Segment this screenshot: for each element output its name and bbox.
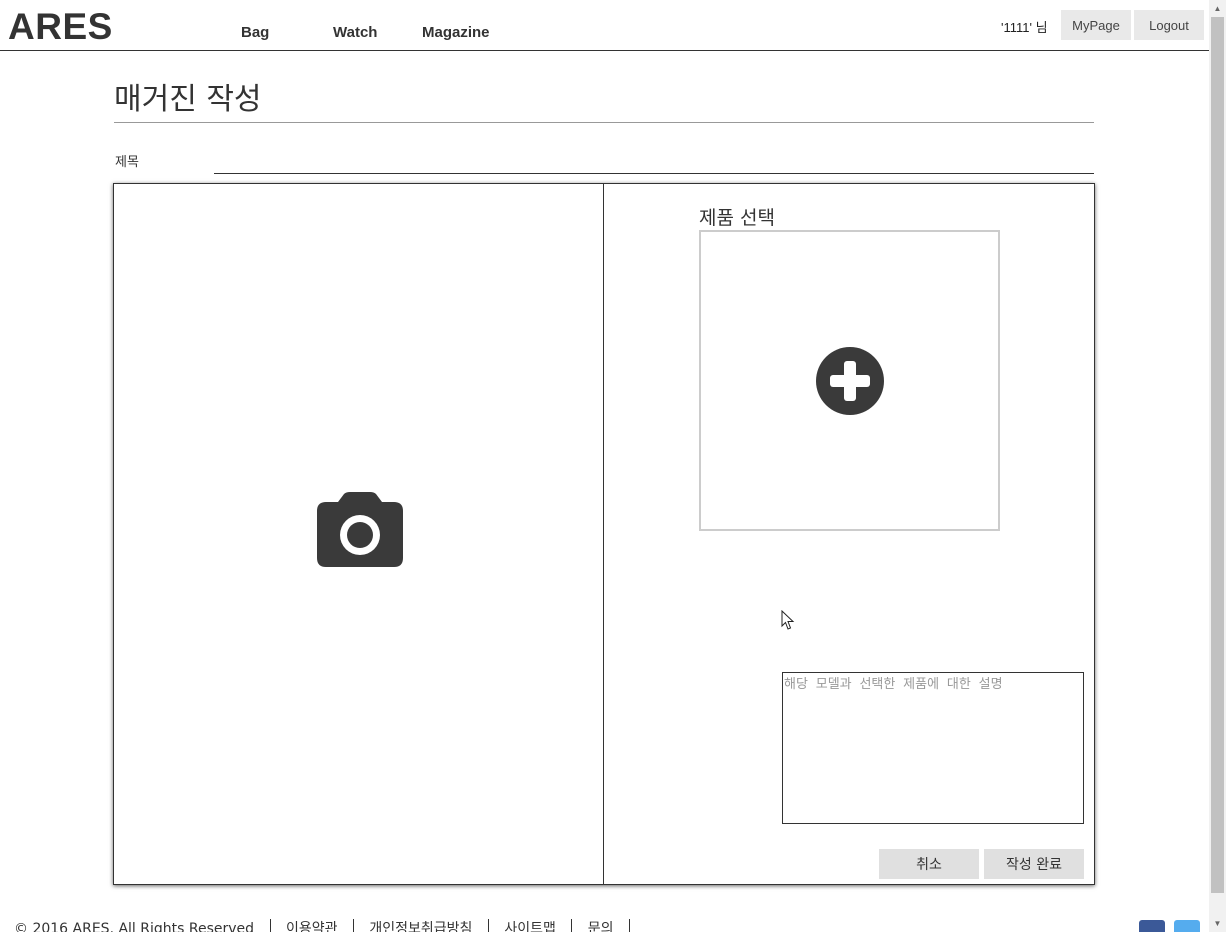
subject-label: 제목 <box>115 155 139 170</box>
nav-watch[interactable]: Watch <box>333 24 377 41</box>
facebook-icon[interactable] <box>1139 920 1165 932</box>
scroll-thumb[interactable] <box>1211 17 1224 893</box>
site-footer: © 2016 ARES. All Rights Reserved 이용약관 개인… <box>14 918 641 932</box>
nav-bag[interactable]: Bag <box>241 24 269 41</box>
plus-circle-icon[interactable] <box>815 346 885 421</box>
page-title: 매거진 작성 <box>114 82 262 117</box>
footer-link-terms[interactable]: 이용약관 <box>286 918 338 932</box>
scroll-down-icon[interactable]: ▼ <box>1209 915 1226 932</box>
scroll-up-icon[interactable]: ▲ <box>1209 0 1226 17</box>
nav-magazine[interactable]: Magazine <box>422 24 490 41</box>
product-select-box[interactable] <box>699 230 1000 531</box>
site-header: ARES Bag Watch Magazine '1111' 님 MyPage … <box>0 0 1209 51</box>
page-scrollbar[interactable]: ▲ ▼ <box>1209 0 1226 932</box>
footer-link-privacy[interactable]: 개인정보취급방침 <box>369 918 472 932</box>
copyright-text: © 2016 ARES. All Rights Reserved <box>14 921 255 932</box>
magazine-editor: 제품 선택 취소 작성 완료 <box>113 183 1095 885</box>
logout-button[interactable]: Logout <box>1134 10 1204 40</box>
product-select-label: 제품 선택 <box>699 207 775 229</box>
footer-link-contact[interactable]: 문의 <box>588 918 614 932</box>
title-divider <box>114 122 1094 123</box>
submit-button[interactable]: 작성 완료 <box>984 849 1084 879</box>
mypage-button[interactable]: MyPage <box>1061 10 1131 40</box>
footer-separator <box>352 919 354 932</box>
mouse-cursor-icon <box>781 609 795 636</box>
footer-separator <box>487 919 489 932</box>
footer-separator <box>629 919 630 932</box>
subject-input[interactable] <box>214 150 1094 174</box>
description-textarea[interactable] <box>782 672 1084 824</box>
footer-separator <box>269 919 271 932</box>
twitter-icon[interactable] <box>1174 920 1200 932</box>
cancel-button[interactable]: 취소 <box>879 849 979 879</box>
footer-separator <box>571 919 573 932</box>
site-logo[interactable]: ARES <box>8 6 113 48</box>
editor-divider <box>603 184 604 884</box>
camera-icon[interactable] <box>316 492 404 573</box>
user-greeting: '1111' 님 <box>1001 20 1048 35</box>
footer-link-sitemap[interactable]: 사이트맵 <box>504 918 556 932</box>
